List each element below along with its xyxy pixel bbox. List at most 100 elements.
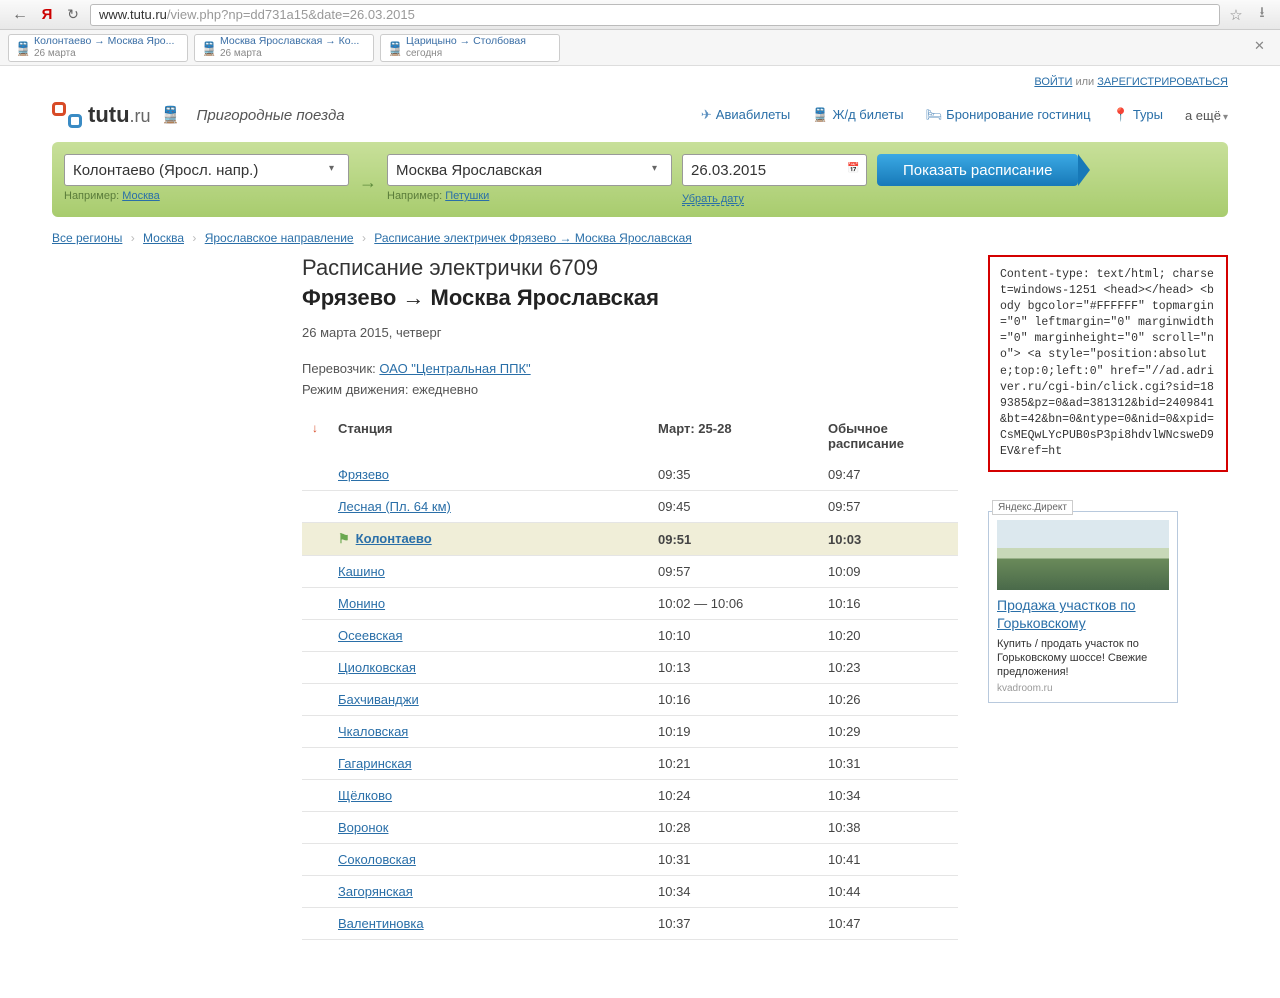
ad-image [997,520,1169,590]
sidebar: Content-type: text/html; charset=windows… [988,255,1228,703]
rail-icon: 🚆 [812,107,828,122]
train-icon: 🚆 [161,105,181,125]
nav-tours[interactable]: 📍Туры [1113,107,1163,123]
yandex-icon[interactable]: Я [38,6,56,24]
train-icon: 🚆 [15,41,29,55]
station-link[interactable]: Циолковская [338,660,416,675]
station-link[interactable]: Загорянская [338,884,413,899]
chevron-down-icon[interactable]: ▾ [329,163,343,177]
station-link[interactable]: Осеевская [338,628,403,643]
flag-icon: ⚑ [338,531,350,546]
logo[interactable]: tutu.ru 🚆 [52,102,180,128]
close-icon[interactable]: ✕ [1254,38,1270,54]
pin-icon: 📍 [1113,107,1129,122]
main-content: Расписание электрички 6709 Фрязево → Мос… [302,255,958,940]
station-link[interactable]: Валентиновка [338,916,424,931]
auth-links: ВОЙТИ или ЗАРЕГИСТРИРОВАТЬСЯ [52,66,1228,94]
col-station: Станция [328,413,648,459]
col-period: Март: 25-28 [648,413,818,459]
chevron-down-icon: ▾ [1223,112,1228,123]
tabs-bar: 🚆Колонтаево → Москва Яро...26 марта🚆Моск… [0,30,1280,66]
logo-icon [52,102,82,128]
station-link[interactable]: Кашино [338,564,385,579]
station-link[interactable]: Колонтаево [356,531,432,546]
browser-tab[interactable]: 🚆Москва Ярославская → Ко...26 марта [194,34,374,62]
station-link[interactable]: Бахчиванджи [338,692,419,707]
table-row: Циолковская10:1310:23 [302,652,958,684]
download-icon[interactable]: ⭳ [1252,5,1272,25]
site-header: tutu.ru 🚆 Пригородные поезда ✈Авиабилеты… [52,94,1228,142]
table-row: Осеевская10:1010:20 [302,620,958,652]
station-link[interactable]: Монино [338,596,385,611]
breadcrumb-link[interactable]: Ярославское направление [205,231,354,245]
station-link[interactable]: Лесная (Пл. 64 км) [338,499,451,514]
nav-avia[interactable]: ✈Авиабилеты [701,107,790,123]
station-link[interactable]: Чкаловская [338,724,408,739]
ad-text: Купить / продать участок по Горьковскому… [997,637,1169,680]
table-row: Монино10:02 — 10:0610:16 [302,588,958,620]
station-link[interactable]: Фрязево [338,467,389,482]
table-row: Бахчиванджи10:1610:26 [302,684,958,716]
table-row: Кашино09:5710:09 [302,556,958,588]
table-row: ⚑Колонтаево09:5110:03 [302,523,958,556]
nav-more[interactable]: а ещё▾ [1185,108,1228,123]
table-row: Щёлково10:2410:34 [302,780,958,812]
station-link[interactable]: Щёлково [338,788,392,803]
top-nav: ✈Авиабилеты 🚆Ж/д билеты 🛏Бронирование го… [701,107,1228,123]
to-input[interactable]: Москва Ярославская▾ [387,154,672,186]
nav-hotel[interactable]: 🛏Бронирование гостиниц [926,107,1091,123]
search-panel: Колонтаево (Яросл. напр.)▾ Например: Мос… [52,142,1228,217]
table-row: Гагаринская10:2110:31 [302,748,958,780]
hint-from-link[interactable]: Москва [122,190,160,202]
col-usual: Обычное расписание [818,413,958,459]
browser-tab[interactable]: 🚆Колонтаево → Москва Яро...26 марта [8,34,188,62]
back-button[interactable]: ← [8,3,32,27]
ad-title-link[interactable]: Продажа участков по Горьковскому [997,596,1169,632]
ad-url: kvadroom.ru [997,683,1169,694]
date-input[interactable]: 26.03.2015📅 [682,154,867,186]
table-row: Фрязево09:3509:47 [302,459,958,491]
url-bar[interactable]: www.tutu.ru/view.php?np=dd731a15&date=26… [90,4,1220,26]
plane-icon: ✈ [701,107,712,122]
register-link[interactable]: ЗАРЕГИСТРИРОВАТЬСЯ [1097,76,1228,88]
bookmark-icon[interactable]: ☆ [1226,5,1246,25]
breadcrumb-link[interactable]: Расписание электричек Фрязево → Москва Я… [374,231,692,245]
url-host: www.tutu.ru [99,7,167,22]
schedule-table: ↓ Станция Март: 25-28 Обычное расписание… [302,413,958,940]
page-title: Расписание электрички 6709 [302,255,958,281]
site-subtitle: Пригородные поезда [196,107,344,124]
station-link[interactable]: Гагаринская [338,756,412,771]
table-row: Загорянская10:3410:44 [302,876,958,908]
station-link[interactable]: Соколовская [338,852,416,867]
refresh-button[interactable]: ↻ [62,4,84,26]
debug-output: Content-type: text/html; charset=windows… [988,255,1228,472]
table-row: Воронок10:2810:38 [302,812,958,844]
carrier-link[interactable]: ОАО "Центральная ППК" [379,361,530,376]
calendar-icon[interactable]: 📅 [847,163,861,177]
train-icon: 🚆 [387,41,401,55]
route-title: Фрязево → Москва Ярославская [302,285,958,311]
breadcrumb-link[interactable]: Москва [143,231,184,245]
station-link[interactable]: Воронок [338,820,388,835]
browser-tab[interactable]: 🚆Царицыно → Столбоваясегодня [380,34,560,62]
show-schedule-button[interactable]: Показать расписание [877,154,1078,186]
table-row: Лесная (Пл. 64 км)09:4509:57 [302,491,958,523]
date-line: 26 марта 2015, четверг [302,325,958,340]
nav-train[interactable]: 🚆Ж/д билеты [812,107,903,123]
table-row: Чкаловская10:1910:29 [302,716,958,748]
sort-arrow-icon[interactable]: ↓ [302,413,328,459]
hint-to-link[interactable]: Петушки [445,190,489,202]
url-path: /view.php?np=dd731a15&date=26.03.2015 [167,7,415,22]
login-link[interactable]: ВОЙТИ [1034,76,1072,88]
erase-date-link[interactable]: Убрать дату [682,193,744,206]
ad-block[interactable]: Продажа участков по Горьковскому Купить … [988,511,1178,703]
bed-icon: 🛏 [926,107,943,122]
train-icon: 🚆 [201,41,215,55]
table-row: Валентиновка10:3710:47 [302,908,958,940]
yandex-direct-label: Яндекс.Директ [992,500,1073,515]
chevron-down-icon[interactable]: ▾ [652,163,666,177]
from-input[interactable]: Колонтаево (Яросл. напр.)▾ [64,154,349,186]
breadcrumb-link[interactable]: Все регионы [52,231,122,245]
swap-icon[interactable]: → [359,172,377,193]
breadcrumb: Все регионы › Москва › Ярославское напра… [52,217,1228,255]
